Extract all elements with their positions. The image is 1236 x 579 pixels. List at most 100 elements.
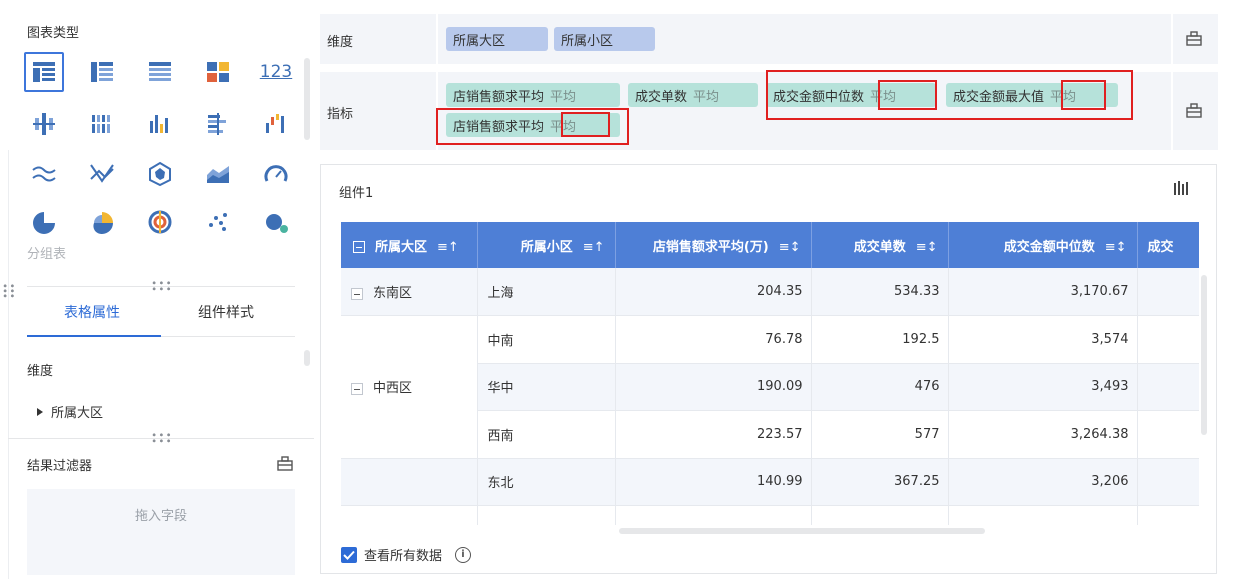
column-header-label: 所属小区 (520, 239, 573, 255)
pill-label: 所属大区 (453, 33, 506, 49)
table-cell (1137, 268, 1199, 316)
filter-drop-zone[interactable]: 拖入字段 (27, 489, 295, 575)
table-cell: 367.25 (811, 458, 949, 506)
view-all-label: 查看所有数据 (364, 549, 443, 564)
table-cell: 3,206 (948, 458, 1138, 506)
radar-chart-icon[interactable] (140, 154, 180, 194)
pill-agg[interactable]: 平均 (693, 86, 719, 105)
column-header-label: 成交单数 (853, 239, 906, 255)
expand-caret-icon[interactable] (37, 407, 43, 416)
left-panel: 图表类型 123 分组表 ∙∙∙ ∙∙∙ ∙∙ ∙∙ ∙∙ 表格属性 组件样式 … (0, 0, 316, 579)
pie-chart-icon[interactable] (24, 202, 64, 242)
chart-type-scrollbar[interactable] (304, 58, 310, 140)
row-separator (1171, 72, 1173, 150)
cross-table-icon[interactable] (82, 52, 122, 92)
drop-placeholder: 拖入字段 (134, 509, 187, 524)
dimension-row: 维度 所属大区 所属小区 (320, 14, 1218, 64)
region-cell[interactable] (341, 505, 478, 525)
area-chart-icon[interactable] (198, 154, 238, 194)
sort-icon[interactable]: ≡↑ (437, 240, 459, 255)
column-header-orders[interactable]: 成交单数 ≡↕ (811, 222, 949, 268)
gauge-icon[interactable] (256, 154, 296, 194)
sort-icon[interactable]: ≡↕ (779, 240, 801, 255)
lock-icon[interactable] (1185, 29, 1203, 51)
collapse-all-icon[interactable] (353, 241, 365, 253)
bar-chart-icon[interactable] (24, 104, 64, 144)
collapse-icon[interactable] (351, 287, 363, 300)
column-header-label: 店销售额求平均(万) (652, 239, 769, 255)
pill-label: 所属小区 (561, 33, 614, 49)
divider (8, 438, 314, 439)
tab-table-properties[interactable]: 表格属性 (64, 302, 120, 322)
indicator-row-label: 指标 (327, 107, 354, 122)
region-cell[interactable]: 东南区 (341, 268, 478, 316)
properties-scrollbar[interactable] (304, 350, 310, 366)
column-header-truncated[interactable]: 成交 (1137, 222, 1199, 268)
active-tab-indicator (27, 335, 161, 337)
dimension-pill-region[interactable]: 所属大区 (446, 27, 548, 51)
indicator-row: 指标 店销售额求平均 平均 成交单数 平均 成交金额中位数 平均 成交金额最大值 平均 … (320, 70, 1218, 150)
table-cell: 204.35 (615, 268, 812, 316)
row-separator (1171, 14, 1173, 64)
component-title: 组件1 (339, 186, 374, 201)
table-cell: 534.33 (811, 268, 949, 316)
view-all-checkbox[interactable] (341, 546, 357, 563)
lock-icon[interactable] (1185, 101, 1203, 123)
detail-table-icon[interactable] (140, 52, 180, 92)
group-table-icon[interactable] (24, 52, 64, 92)
scatter-chart-icon[interactable] (198, 202, 238, 242)
region-cell[interactable]: 中西区 (341, 315, 478, 459)
cell-text: 中西区 (373, 381, 413, 397)
dimension-tree-item[interactable]: 所属大区 (37, 402, 103, 421)
filter-settings-icon[interactable] (276, 455, 294, 475)
region-cell[interactable] (341, 458, 478, 506)
collapse-icon[interactable] (351, 382, 363, 395)
chart-switch-icon[interactable] (1174, 181, 1190, 199)
stacked-bar-icon[interactable] (82, 104, 122, 144)
highlight-box (561, 112, 610, 137)
table-cell: 西南 (477, 410, 616, 459)
column-header-avg-sales[interactable]: 店销售额求平均(万) ≡↕ (615, 222, 812, 268)
sort-icon[interactable]: ≡↕ (916, 240, 938, 255)
line-chart-icon[interactable] (24, 154, 64, 194)
donut-chart-icon[interactable] (140, 202, 180, 242)
dimension-row-label: 维度 (327, 35, 354, 50)
dimension-section-label: 维度 (27, 364, 54, 379)
sort-icon[interactable]: ≡↑ (583, 240, 605, 255)
component-card: 组件1 所属大区 ≡↑ 所属小区 ≡↑ 店销售额求平均(万) ≡↕ 成交单数 ≡↕ 成交… (320, 164, 1217, 574)
dimension-pill-subregion[interactable]: 所属小区 (554, 27, 655, 51)
waterfall-icon[interactable] (256, 104, 296, 144)
kpi-number-icon[interactable]: 123 (256, 52, 296, 92)
table-cell: 上海 (477, 268, 616, 316)
view-all-data-option[interactable]: 查看所有数据 i (341, 545, 472, 564)
indicator-pill[interactable]: 店销售额求平均 平均 (446, 83, 620, 107)
radar-line-icon[interactable] (82, 154, 122, 194)
column-header-label: 所属大区 (375, 239, 428, 255)
sort-icon[interactable]: ≡↕ (1105, 240, 1127, 255)
data-table-container[interactable]: 所属大区 ≡↑ 所属小区 ≡↑ 店销售额求平均(万) ≡↕ 成交单数 ≡↕ 成交金额中位… (341, 222, 1199, 525)
table-cell: 中南 (477, 315, 616, 364)
column-header-median[interactable]: 成交金额中位数 ≡↕ (948, 222, 1138, 268)
info-icon[interactable]: i (455, 546, 472, 563)
column-chart-icon[interactable] (140, 104, 180, 144)
tab-component-style[interactable]: 组件样式 (198, 302, 254, 322)
side-drag-handle-icon[interactable]: ∙∙ ∙∙ ∙∙ (2, 282, 17, 302)
table-cell: 190.09 (615, 363, 812, 411)
horizontal-bar-icon[interactable] (198, 104, 238, 144)
bubble-chart-icon[interactable] (256, 202, 296, 242)
table-cell: 3,170.67 (948, 268, 1138, 316)
column-header-subregion[interactable]: 所属小区 ≡↑ (477, 222, 616, 268)
dashboard-block-icon[interactable] (198, 52, 238, 92)
table-cell: 3,493 (948, 363, 1138, 411)
table-vertical-scrollbar[interactable] (1201, 275, 1207, 435)
pill-agg[interactable]: 平均 (550, 86, 576, 105)
rose-chart-icon[interactable] (82, 202, 122, 242)
table-horizontal-scrollbar[interactable] (619, 528, 985, 534)
column-header-region[interactable]: 所属大区 ≡↑ (341, 222, 478, 268)
indicator-pill[interactable]: 成交单数 平均 (628, 83, 758, 107)
table-cell: 223.57 (615, 410, 812, 459)
resize-handle-icon[interactable]: ∙∙∙ ∙∙∙ (151, 279, 173, 295)
resize-handle-icon[interactable]: ∙∙∙ ∙∙∙ (151, 431, 173, 447)
table-cell (1137, 315, 1199, 364)
highlight-box (878, 80, 937, 110)
